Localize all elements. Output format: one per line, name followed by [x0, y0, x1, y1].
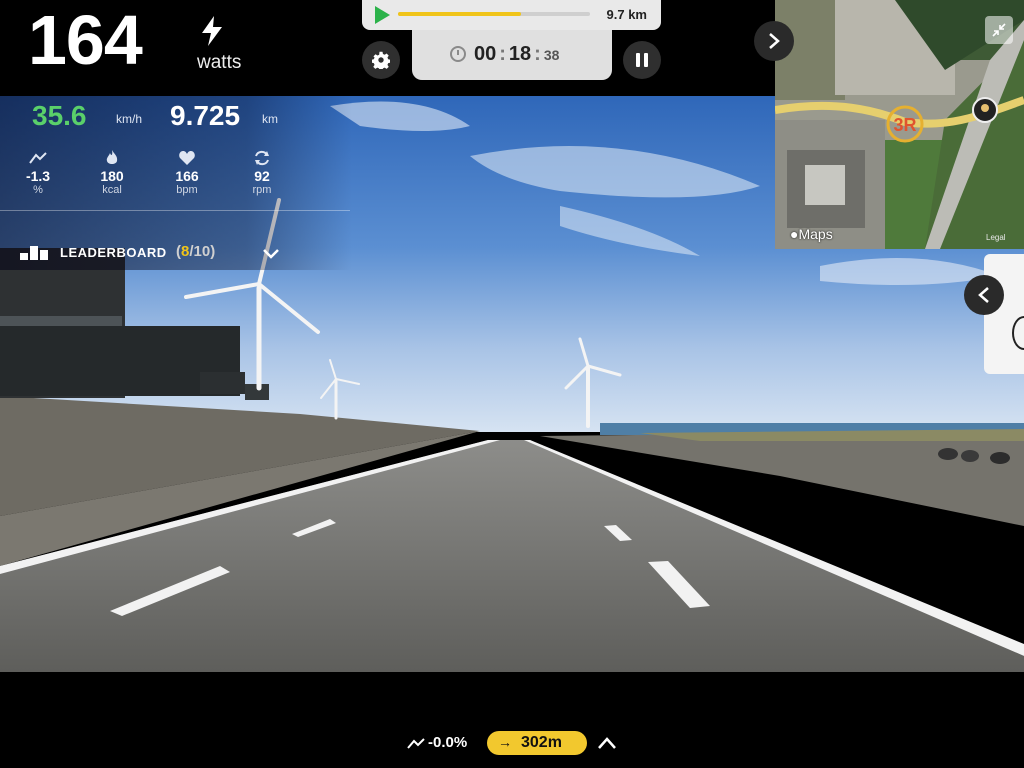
gradient-unit: % — [33, 184, 43, 196]
leaderboard-close-paren: ) — [210, 243, 216, 260]
next-segment-distance: 302m — [521, 734, 562, 751]
map-marker-label: 3R — [893, 115, 916, 135]
route-total-distance: 9.7 km — [606, 7, 647, 22]
speed-value: 35.6 — [32, 100, 87, 131]
chevron-up-icon[interactable] — [596, 734, 618, 752]
map-legal-link[interactable]: Legal — [986, 233, 1006, 242]
bolt-icon — [202, 16, 222, 46]
current-grade: -0.0% — [428, 734, 468, 751]
pause-icon-bar — [644, 53, 648, 67]
collapse-icon — [992, 23, 1006, 37]
arrow-right-icon: → — [498, 734, 512, 750]
gradient-icon — [29, 152, 47, 164]
cadence-unit: rpm — [252, 184, 272, 196]
map-collapse-button[interactable] — [985, 16, 1013, 44]
calories-unit: kcal — [102, 184, 122, 196]
power-value: 164 — [28, 1, 143, 79]
distance-value: 9.725 — [170, 100, 241, 131]
map-next-button[interactable] — [754, 21, 794, 61]
play-icon[interactable] — [375, 6, 390, 24]
leaderboard-total: 10 — [193, 243, 211, 260]
clock-icon — [450, 46, 466, 62]
divider — [0, 210, 350, 211]
gradient-stat: -1.3 % — [8, 150, 68, 196]
cadence-value: 92 — [254, 168, 270, 184]
leaderboard-position: (8/10) — [176, 243, 215, 260]
chevron-right-icon — [769, 33, 780, 49]
calories-stat: 180 kcal — [82, 150, 142, 196]
circle-icon — [1012, 316, 1024, 350]
timer-minutes: 18 — [508, 43, 532, 65]
heart-rate-value: 166 — [175, 168, 199, 184]
leaderboard-label: LEADERBOARD — [60, 245, 167, 260]
timer-hours: 00 — [474, 43, 497, 65]
calories-value: 180 — [100, 168, 124, 184]
leaderboard-toggle[interactable]: LEADERBOARD (8/10) — [0, 238, 352, 270]
gradient-value: -1.3 — [25, 168, 51, 184]
timer-card: 00:18:38 — [412, 30, 612, 80]
next-segment-pill: → 302m — [487, 731, 587, 755]
flame-icon — [106, 150, 118, 164]
heart-rate-stat: 166 bpm — [157, 150, 217, 196]
pause-button[interactable] — [623, 41, 661, 79]
distance-unit: km — [262, 112, 278, 126]
stats-panel: 35.6 km/h 9.725 km -1.3 % 180 kcal 166 b… — [0, 96, 352, 270]
gear-icon — [372, 51, 390, 69]
cadence-icon — [255, 150, 269, 166]
chevron-down-icon[interactable] — [262, 244, 280, 262]
chevron-left-icon — [978, 287, 989, 303]
heart-icon — [179, 151, 195, 165]
maps-logo-text: Maps — [798, 226, 833, 242]
route-progress-card: 9.7 km — [362, 0, 661, 30]
settings-button[interactable] — [362, 41, 400, 79]
leaderboard-icon — [20, 246, 48, 260]
elapsed-time: 00:18:38 — [474, 43, 560, 65]
heart-rate-unit: bpm — [176, 184, 198, 196]
gradient-icon — [407, 738, 425, 749]
speed-unit: km/h — [116, 112, 143, 126]
route-progress-bar — [398, 12, 590, 16]
timer-seconds: 38 — [543, 47, 560, 63]
power-unit: watts — [197, 52, 242, 73]
cadence-stat: 92 rpm — [232, 150, 292, 196]
maps-logo: ●Maps — [790, 226, 833, 242]
route-progress-fill — [398, 12, 521, 16]
side-panel-toggle[interactable] — [964, 275, 1004, 315]
pause-icon — [636, 53, 640, 67]
